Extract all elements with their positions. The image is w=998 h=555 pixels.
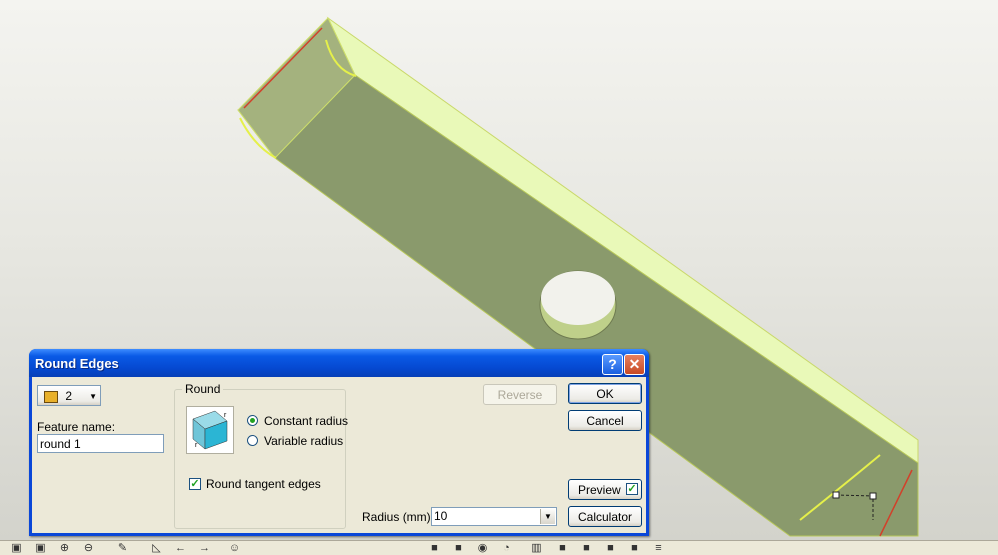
view-cube-icon[interactable]: ■	[604, 542, 617, 554]
round-group-label: Round	[182, 382, 224, 396]
cancel-button[interactable]: Cancel	[568, 410, 642, 431]
bottom-toolbar: ▣ ▣ ⊕ ⊖ ✎ ◺ ← → ☺ ■ ■ ◉ ◔ ▥ ■ ■ ■ ■ ≡	[0, 540, 998, 555]
variable-radius-radio[interactable]	[247, 435, 258, 446]
edge-select-icon	[44, 390, 58, 403]
feature-name-label: Feature name:	[37, 420, 116, 434]
zoom-out-icon[interactable]: ⊖	[82, 542, 95, 554]
sketch-icon[interactable]: ✎	[116, 542, 129, 554]
zoom-window-icon[interactable]: ▣	[34, 542, 47, 554]
radius-select[interactable]: 10 ▼	[431, 507, 557, 526]
close-button[interactable]: ✕	[624, 354, 645, 375]
view-cube-icon[interactable]: ■	[628, 542, 641, 554]
reverse-button[interactable]: Reverse	[483, 384, 557, 405]
dialog-titlebar[interactable]: Round Edges ? ✕	[29, 349, 649, 377]
view-cube-icon[interactable]: ■	[556, 542, 569, 554]
radius-label: Radius (mm):	[362, 510, 435, 524]
back-arrow-icon[interactable]: ←	[174, 542, 187, 554]
chevron-down-icon[interactable]: ▼	[540, 509, 555, 524]
radius-value: 10	[434, 509, 448, 523]
view-cube-icon[interactable]: ◔	[500, 542, 513, 554]
view-cube-icon[interactable]: ■	[452, 542, 465, 554]
radius-handle-point[interactable]	[832, 491, 840, 499]
zoom-fit-icon[interactable]: ▣	[10, 542, 23, 554]
round-tangent-label[interactable]: Round tangent edges	[206, 477, 321, 491]
edge-selector[interactable]: 2 ▼	[37, 385, 101, 406]
round-tangent-checkbox[interactable]: ✓	[189, 478, 201, 490]
view-cube-icon[interactable]: ≡	[652, 542, 665, 554]
calculator-button[interactable]: Calculator	[568, 506, 642, 527]
feature-name-input[interactable]	[37, 434, 164, 453]
svg-text:r: r	[224, 412, 227, 419]
edge-count: 2	[65, 389, 73, 403]
help-button[interactable]: ?	[602, 354, 623, 375]
round-preview-icon: r r	[186, 406, 234, 454]
view-cube-icon[interactable]: ■	[580, 542, 593, 554]
sketch-icon[interactable]: ◺	[150, 542, 163, 554]
radius-handle-point[interactable]	[869, 492, 877, 500]
view-cube-icon[interactable]: ◉	[476, 542, 489, 554]
preview-checkbox[interactable]: ✓	[626, 483, 638, 495]
round-edges-dialog: Round Edges ? ✕ 2 ▼ Feature name: Round …	[29, 349, 649, 536]
preview-button[interactable]: Preview ✓	[568, 479, 642, 500]
constant-radius-radio[interactable]	[247, 415, 258, 426]
view-cube-icon[interactable]: ▥	[530, 542, 543, 554]
zoom-in-icon[interactable]: ⊕	[58, 542, 71, 554]
constant-radius-label[interactable]: Constant radius	[264, 414, 348, 428]
dialog-title: Round Edges	[35, 356, 119, 371]
forward-arrow-icon[interactable]: →	[198, 542, 211, 554]
view-cube-icon[interactable]: ■	[428, 542, 441, 554]
preview-label: Preview	[578, 483, 621, 497]
variable-radius-label[interactable]: Variable radius	[264, 434, 343, 448]
face-icon[interactable]: ☺	[228, 542, 241, 554]
dialog-body: 2 ▼ Feature name: Round r r Constant rad…	[32, 377, 646, 533]
model-hole-opening	[541, 271, 615, 325]
chevron-down-icon: ▼	[89, 392, 97, 401]
ok-button[interactable]: OK	[568, 383, 642, 404]
